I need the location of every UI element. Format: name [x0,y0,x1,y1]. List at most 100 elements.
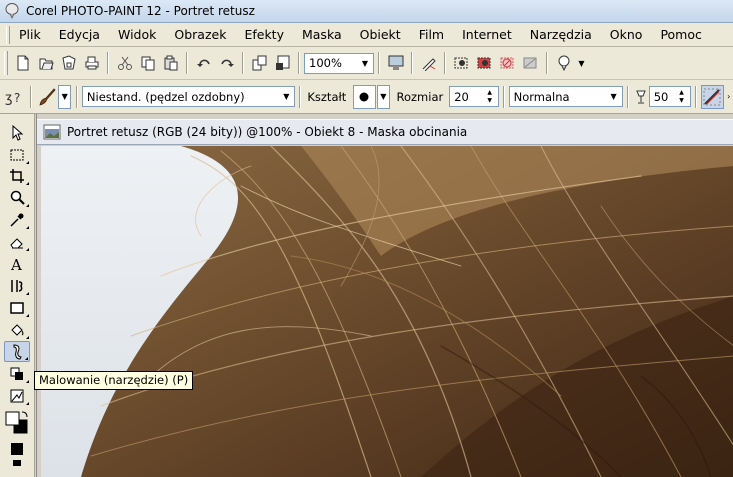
portrait-hair-image [41,146,733,477]
toolbar-separator [411,52,413,74]
menu-obrazek[interactable]: Obrazek [165,24,235,46]
chevron-down-icon[interactable]: ▼ [376,84,390,109]
image-canvas[interactable] [41,146,733,477]
color-swatch[interactable] [4,410,30,436]
paper-color-swatch[interactable] [4,440,30,458]
menu-widok[interactable]: Widok [109,24,165,46]
toolbar-separator [29,85,32,108]
brush-type-select[interactable]: Niestand. (pędzel ozdobny) ▼ [81,86,296,107]
brush-type-value: Niestand. (pędzel ozdobny) [86,89,245,104]
toolbar-separator [378,52,380,74]
menu-okno[interactable]: Okno [601,24,652,46]
svg-text:A: A [10,256,22,272]
toolbar-separator [626,85,629,108]
toolbar-separator [107,52,109,74]
mask-marquee-icon[interactable] [474,52,496,74]
zoom-combo[interactable]: 100% ▼ [304,52,374,74]
toolbar-separator [242,52,244,74]
reset-colors-icon[interactable] [4,458,30,468]
corel-launch-icon[interactable] [553,52,575,74]
rectangle-tool-icon[interactable] [4,297,30,318]
menu-edycja[interactable]: Edycja [50,24,109,46]
open-icon[interactable] [35,52,57,74]
transparency-icon [633,86,648,108]
brush-shape-preview[interactable] [352,84,376,109]
redo-icon[interactable] [216,52,238,74]
transparency-spinner[interactable]: 50 ▲ ▼ [648,86,691,107]
toolbar-separator [546,52,548,74]
menu-internet[interactable]: Internet [453,24,521,46]
toolbox: A [0,114,35,477]
document-title-bar[interactable]: Portret retusz (RGB (24 bity)) @100% - O… [37,119,733,145]
toolbar-separator [502,85,505,108]
undo-icon[interactable] [193,52,215,74]
toolbar-separator [694,85,697,108]
chevron-down-icon[interactable]: ▼ [278,87,294,106]
size-label: Rozmiar [396,89,444,104]
antialias-toggle[interactable] [701,84,724,109]
svg-text:ʒ: ʒ [5,91,13,106]
merge-mode-value: Normalna [513,89,570,104]
overflow-chevron-icon[interactable]: › [725,86,733,108]
toolbar-separator [299,85,302,108]
export-icon[interactable] [272,52,294,74]
cut-icon[interactable] [114,52,136,74]
chevron-down-icon[interactable]: ▼ [576,52,588,74]
toolbar-grip[interactable] [4,51,8,75]
pick-tool-icon[interactable] [4,122,30,143]
spinner-arrows-icon[interactable]: ▲ ▼ [674,87,690,106]
print-icon[interactable] [81,52,103,74]
mask-overlay-icon[interactable] [520,52,542,74]
toolbar-separator [186,52,188,74]
menu-grip[interactable] [6,25,10,44]
paintbrush-icon[interactable] [36,86,57,108]
fill-tool-icon[interactable] [4,319,30,340]
chevron-down-icon[interactable]: ▼ [58,84,72,109]
menu-efekty[interactable]: Efekty [235,24,293,46]
menu-film[interactable]: Film [410,24,453,46]
menu-maska[interactable]: Maska [293,24,351,46]
toolbar-separator [75,85,78,108]
pen-icon[interactable] [418,52,440,74]
eraser-tool-icon[interactable] [4,231,30,252]
text-tool-icon[interactable]: A [4,253,30,274]
save-icon[interactable] [58,52,80,74]
import-icon[interactable] [249,52,271,74]
app-title-bar: Corel PHOTO-PAINT 12 - Portret retusz [0,0,733,23]
mask-visible-icon[interactable] [451,52,473,74]
svg-text:?: ? [14,91,20,105]
zoom-value: 100% [309,56,342,70]
shape-label: Kształt [307,89,347,104]
menu-obiekt[interactable]: Obiekt [351,24,410,46]
size-value: 20 [454,89,469,104]
toolbar-separator [444,52,446,74]
crop-tool-icon[interactable] [4,165,30,186]
standard-toolbar: 100% ▼ ▼ [0,47,733,80]
menu-bar: Plik Edycja Widok Obrazek Efekty Maska O… [0,23,733,47]
copy-icon[interactable] [137,52,159,74]
object-tool-icon[interactable] [4,363,30,384]
menu-pomoc[interactable]: Pomoc [651,24,710,46]
image-sprayer-tool-icon[interactable] [4,385,30,406]
eyedropper-tool-icon[interactable] [4,209,30,230]
spinner-arrows-icon[interactable]: ▲ ▼ [482,87,498,106]
menu-plik[interactable]: Plik [15,24,50,46]
size-spinner[interactable]: 20 ▲ ▼ [449,86,499,107]
toolbar-separator [298,52,300,74]
mask-off-icon[interactable] [497,52,519,74]
mask-rectangle-tool-icon[interactable] [4,144,30,165]
full-screen-icon[interactable] [385,52,407,74]
chevron-down-icon[interactable]: ▼ [606,87,622,106]
help-pointer-icon[interactable]: ʒ? [1,86,26,108]
paint-tool-icon[interactable] [4,341,30,362]
corel-balloon-icon [4,3,20,19]
paste-icon[interactable] [160,52,182,74]
merge-mode-select[interactable]: Normalna ▼ [508,86,623,107]
menu-narzedzia[interactable]: Narzędzia [521,24,601,46]
document-icon [43,124,61,140]
new-icon[interactable] [12,52,34,74]
effect-tool-icon[interactable] [4,275,30,296]
property-bar: ʒ? ▼ Niestand. (pędzel ozdobny) ▼ Kształ… [0,80,733,114]
zoom-tool-icon[interactable] [4,187,30,208]
chevron-down-icon[interactable]: ▼ [357,54,373,73]
